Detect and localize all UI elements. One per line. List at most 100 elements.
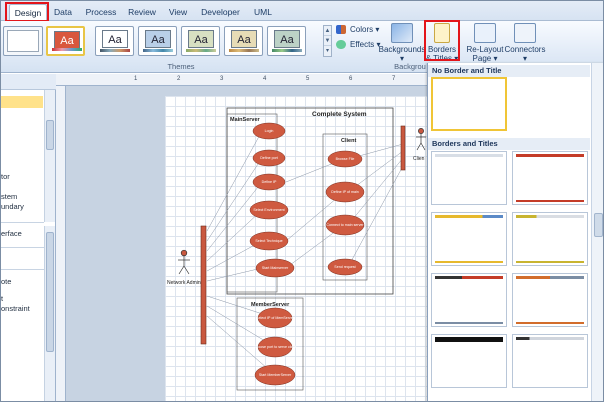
mainserver-usecases	[249, 122, 295, 278]
relayout-page-button[interactable]: Re-Layout Page ▾	[465, 23, 505, 63]
relayout-label-line2: Page ▾	[472, 54, 498, 63]
border-style-7[interactable]	[431, 334, 507, 388]
theme-swatch	[143, 49, 173, 52]
connectors-button[interactable]: Connectors ▾	[503, 23, 547, 63]
client-actor	[416, 128, 426, 151]
usecase-label: Send request	[334, 265, 355, 269]
association-lines	[206, 130, 404, 376]
theme-aa-text: Aa	[274, 30, 300, 48]
stencil-scroll-thumb[interactable]	[46, 120, 54, 150]
memberserver-title: MemberServer	[251, 302, 290, 308]
borders-titles-gallery: No Border and Title Borders and Titles	[427, 63, 603, 401]
usecase-label: Define port	[260, 156, 278, 160]
selected-stencil[interactable]	[1, 96, 43, 108]
usecase-label: Choose port to serve client	[254, 345, 297, 349]
client-usecases	[325, 150, 365, 276]
themes-gallery-scroll[interactable]: ▲ ▼ ▾	[323, 25, 332, 57]
effects-button[interactable]: Effects ▾	[336, 38, 381, 51]
ruler-tick: 5	[306, 76, 310, 82]
theme-5[interactable]: Aa	[224, 26, 263, 56]
usecase-label: Browse File	[336, 157, 355, 161]
tab-design[interactable]: Design	[9, 4, 47, 22]
shape-item[interactable]: undary	[1, 202, 24, 211]
theme-swatch	[272, 49, 302, 52]
colors-button[interactable]: Colors ▾	[336, 23, 379, 36]
borders-titles-heading: Borders and Titles	[428, 138, 590, 150]
network-admin-lifeline	[200, 225, 207, 345]
stencil-scrollbar[interactable]	[44, 90, 55, 222]
item-separator	[1, 247, 44, 248]
backgrounds-button[interactable]: Backgrounds ▾	[378, 23, 426, 63]
theme-swatch	[100, 49, 130, 52]
border-style-5[interactable]	[431, 273, 507, 327]
mainserver-title: MainServer	[230, 117, 261, 123]
theme-aa-text: Aa	[188, 30, 214, 48]
tab-developer[interactable]: Developer	[198, 4, 243, 20]
tab-process[interactable]: Process	[83, 4, 119, 20]
usecase-label: Select Environment	[253, 208, 284, 212]
title-bar	[435, 154, 503, 157]
border-style-1[interactable]	[431, 151, 507, 205]
border-style-2[interactable]	[512, 151, 588, 205]
connectors-label: Connectors	[504, 45, 546, 54]
ruler-tick: 3	[220, 76, 224, 82]
theme-selected[interactable]: Aa	[46, 26, 85, 56]
shape-item[interactable]: tor	[1, 172, 10, 181]
system-title: Complete System	[312, 111, 367, 118]
title-bar	[516, 154, 584, 157]
shapes-scrollbar[interactable]	[44, 226, 55, 401]
shape-item[interactable]: onstraint	[1, 304, 30, 313]
horizontal-ruler: 1 2 3 4 5 6 7	[56, 74, 427, 86]
gallery-scroll-thumb[interactable]	[594, 213, 603, 237]
client-lifeline	[400, 125, 406, 171]
tab-review[interactable]: Review	[125, 4, 159, 20]
title-bar	[435, 215, 503, 218]
scroll-up-icon[interactable]: ▲	[324, 26, 331, 36]
gallery-more-icon[interactable]: ▾	[324, 46, 331, 56]
title-bar	[435, 337, 503, 342]
shape-item[interactable]: stem	[1, 192, 17, 201]
title-bar	[435, 276, 503, 279]
shape-item[interactable]: erface	[1, 229, 22, 238]
no-border-heading: No Border and Title	[428, 65, 590, 77]
theme-2[interactable]: Aa	[95, 26, 134, 56]
panel-divider	[1, 222, 44, 223]
drawing-canvas[interactable]: Complete System MainServer Client Member…	[66, 86, 427, 401]
system-boundary	[226, 107, 394, 295]
uml-diagram: Complete System MainServer Client Member…	[167, 107, 426, 391]
footer-bar	[435, 322, 503, 324]
shape-item[interactable]: t	[1, 294, 3, 303]
borders-titles-icon	[434, 23, 450, 43]
border-style-6[interactable]	[512, 273, 588, 327]
theme-3[interactable]: Aa	[138, 26, 177, 56]
vertical-ruler	[56, 86, 66, 401]
backgrounds-label: Backgrounds	[378, 45, 426, 54]
border-style-3[interactable]	[431, 212, 507, 266]
tab-data[interactable]: Data	[49, 4, 77, 20]
theme-4[interactable]: Aa	[181, 26, 220, 56]
shapes-scroll-thumb[interactable]	[46, 232, 54, 352]
scroll-down-icon[interactable]: ▼	[324, 36, 331, 46]
gallery-scrollbar[interactable]	[591, 63, 603, 401]
backgrounds-group-label: Backgrou	[394, 62, 426, 71]
usecase-label: Select IP of MemServer	[256, 316, 295, 320]
backgrounds-icon	[391, 23, 413, 43]
theme-swatch	[229, 49, 259, 52]
theme-swatch	[186, 49, 216, 52]
tab-uml[interactable]: UML	[249, 4, 277, 20]
drawing-page[interactable]: Complete System MainServer Client Member…	[165, 96, 427, 401]
themes-group-label: Themes	[167, 62, 195, 71]
theme-aa-text: Aa	[231, 30, 257, 48]
theme-office[interactable]	[3, 26, 43, 56]
ribbon-tabbar: Design Data Process Review View Develope…	[1, 1, 603, 22]
ruler-tick: 4	[263, 76, 267, 82]
border-style-4[interactable]	[512, 212, 588, 266]
shape-item[interactable]: ote	[1, 277, 11, 286]
client-actor-label: Clien	[413, 156, 425, 162]
footer-bar	[516, 200, 584, 202]
no-border-option[interactable]	[431, 77, 507, 131]
border-style-8[interactable]	[512, 334, 588, 388]
tab-view[interactable]: View	[165, 4, 191, 20]
theme-6[interactable]: Aa	[267, 26, 306, 56]
borders-titles-button[interactable]: Borders & Titles ▾	[425, 23, 459, 63]
